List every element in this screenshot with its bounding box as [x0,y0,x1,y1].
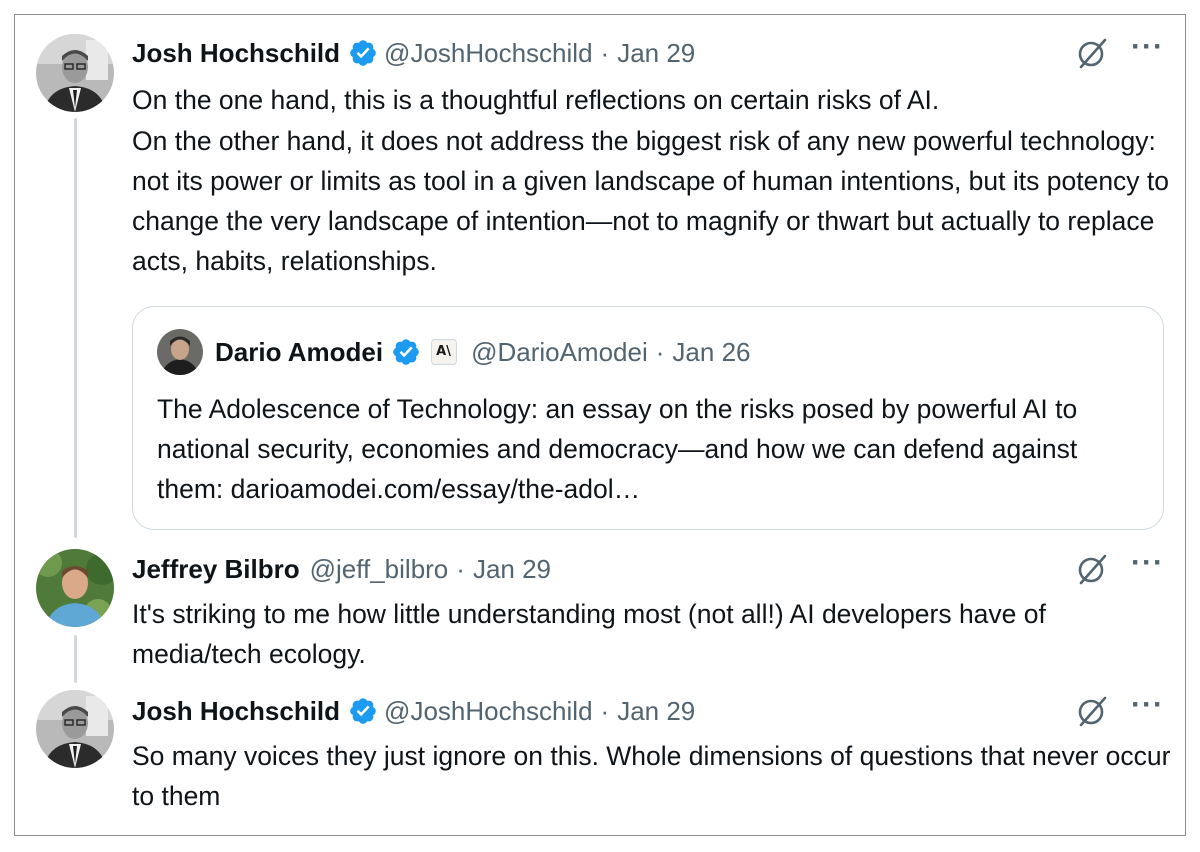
separator-dot: · [456,553,465,584]
avatar[interactable] [36,34,114,112]
verified-badge-icon [348,38,378,68]
quoted-author-name[interactable]: Dario Amodei [215,337,383,368]
tweet-header: Josh Hochschild @JoshHochschild · Jan 29 [132,35,695,71]
verified-badge-icon [348,696,378,726]
verified-badge-icon [391,337,421,367]
tweet-date[interactable]: Jan 29 [473,554,551,585]
tweet-paragraph: On the other hand, it does not address t… [132,126,1170,276]
separator-dot: · [600,37,610,68]
author-name[interactable]: Josh Hochschild [132,696,340,727]
author-name[interactable]: Josh Hochschild [132,38,340,69]
thread-line [74,635,77,683]
quoted-tweet-card[interactable]: Dario Amodei A\ @DarioAmodei · Jan 26 Th… [132,306,1164,530]
grok-icon[interactable] [1075,36,1109,70]
author-handle[interactable]: @jeff_bilbro [310,554,449,585]
avatar[interactable] [36,549,114,627]
author-handle[interactable]: @JoshHochschild [384,38,592,69]
tweet-actions: ··· [1075,32,1164,71]
grok-icon[interactable] [1075,552,1109,586]
more-options-icon[interactable]: ··· [1131,690,1164,720]
quoted-tweet-text: The Adolescence of Technology: an essay … [157,394,1078,504]
author-handle[interactable]: @JoshHochschild [384,696,592,727]
quoted-header: Dario Amodei A\ @DarioAmodei · Jan 26 [215,333,751,371]
more-options-icon[interactable]: ··· [1131,32,1164,62]
thread-line [74,118,77,538]
avatar[interactable] [36,690,114,768]
separator-dot: · [600,695,610,726]
quoted-tweet-date[interactable]: Jan 26 [672,337,750,368]
tweet-header: Josh Hochschild @JoshHochschild · Jan 29 [132,693,695,729]
quoted-avatar[interactable] [157,329,203,375]
grok-icon[interactable] [1075,694,1109,728]
tweet-header: Jeffrey Bilbro @jeff_bilbro · Jan 29 [132,551,551,587]
tweet-text: So many voices they just ignore on this.… [132,736,1172,816]
tweet-text: It's striking to me how little understan… [132,594,1172,674]
author-name[interactable]: Jeffrey Bilbro [132,554,300,585]
tweet-paragraph: So many voices they just ignore on this.… [132,741,1171,811]
more-options-icon[interactable]: ··· [1131,548,1164,578]
tweet-actions: ··· [1075,548,1164,587]
tweet-date[interactable]: Jan 29 [617,696,695,727]
tweet-actions: ··· [1075,690,1164,729]
affiliate-badge-icon[interactable]: A\ [431,339,458,365]
quoted-author-handle[interactable]: @DarioAmodei [471,337,648,368]
tweet-text: On the one hand, this is a thoughtful re… [132,80,1172,281]
tweet-paragraph: On the one hand, this is a thoughtful re… [132,85,940,115]
tweet-paragraph: It's striking to me how little understan… [132,599,1046,669]
separator-dot: · [655,336,665,367]
tweet-date[interactable]: Jan 29 [617,38,695,69]
